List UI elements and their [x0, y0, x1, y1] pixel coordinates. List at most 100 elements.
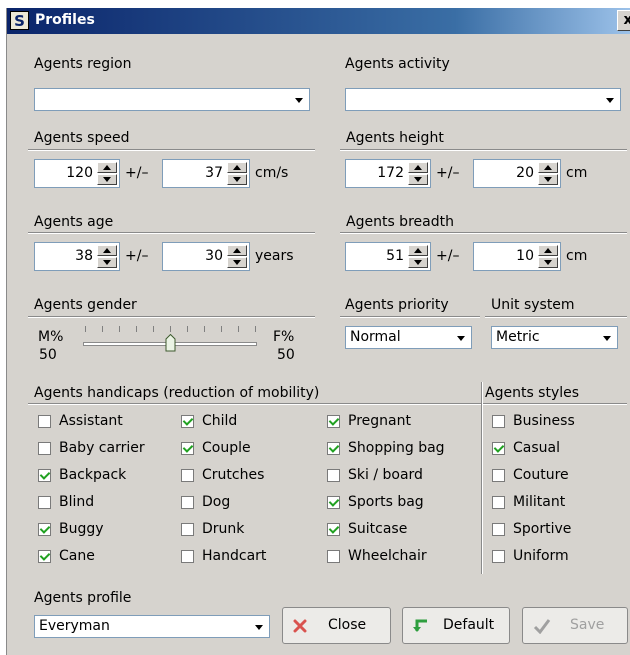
- slider-tick: [119, 326, 120, 332]
- decrement-icon[interactable]: [227, 174, 247, 185]
- decrement-icon[interactable]: [97, 174, 117, 185]
- slider-tick: [153, 326, 154, 332]
- breadth-plus-minus: +/–: [436, 248, 460, 264]
- breadth-value: 51: [386, 248, 404, 264]
- checkbox-label: Shopping bag: [348, 440, 445, 456]
- age-plus-minus: +/–: [125, 248, 149, 264]
- checkbox-label: Ski / board: [348, 467, 423, 483]
- breadth-stepper[interactable]: 51: [345, 242, 431, 271]
- height-separator: [340, 149, 627, 151]
- unchecked-box-icon[interactable]: [492, 496, 505, 509]
- close-button-label: Close: [328, 617, 367, 633]
- decrement-icon[interactable]: [227, 257, 247, 268]
- breadth-deviation-stepper[interactable]: 10: [473, 242, 561, 271]
- checked-box-icon[interactable]: [327, 415, 340, 428]
- checkbox-label: Couple: [202, 440, 251, 456]
- checked-box-icon[interactable]: [181, 442, 194, 455]
- checked-box-icon[interactable]: [38, 550, 51, 563]
- increment-icon[interactable]: [227, 162, 247, 173]
- height-stepper[interactable]: 172: [345, 159, 431, 188]
- increment-icon[interactable]: [538, 245, 558, 256]
- unchecked-box-icon[interactable]: [492, 523, 505, 536]
- chevron-down-icon: [457, 336, 465, 341]
- increment-icon[interactable]: [408, 162, 428, 173]
- age-unit: years: [255, 248, 294, 264]
- gender-slider[interactable]: [77, 320, 263, 362]
- unchecked-box-icon[interactable]: [181, 469, 194, 482]
- checkbox-label: Cane: [59, 548, 95, 564]
- female-percent-value: 50: [277, 347, 295, 363]
- unchecked-box-icon[interactable]: [181, 496, 194, 509]
- age-deviation-stepper[interactable]: 30: [162, 242, 250, 271]
- checkmark-icon: [533, 619, 551, 634]
- gender-label: Agents gender: [34, 297, 137, 313]
- unchecked-box-icon[interactable]: [327, 550, 340, 563]
- height-deviation-stepper[interactable]: 20: [473, 159, 561, 188]
- increment-icon[interactable]: [227, 245, 247, 256]
- age-value: 38: [75, 248, 93, 264]
- chevron-down-icon: [603, 336, 611, 341]
- checked-box-icon[interactable]: [181, 415, 194, 428]
- default-button[interactable]: Default: [402, 607, 510, 644]
- save-button[interactable]: Save: [522, 607, 628, 644]
- increment-icon[interactable]: [97, 162, 117, 173]
- age-stepper[interactable]: 38: [34, 242, 120, 271]
- unchecked-box-icon[interactable]: [492, 550, 505, 563]
- breadth-separator: [340, 232, 627, 234]
- decrement-icon[interactable]: [538, 257, 558, 268]
- unchecked-box-icon[interactable]: [492, 415, 505, 428]
- unchecked-box-icon[interactable]: [181, 550, 194, 563]
- male-percent-label: M%: [38, 329, 64, 345]
- checkbox-label: Blind: [59, 494, 95, 510]
- unchecked-box-icon[interactable]: [181, 523, 194, 536]
- unchecked-box-icon[interactable]: [38, 415, 51, 428]
- checked-box-icon[interactable]: [492, 442, 505, 455]
- profile-value: Everyman: [39, 618, 110, 634]
- checkbox-label: Pregnant: [348, 413, 411, 429]
- profile-dropdown[interactable]: Everyman: [34, 615, 270, 638]
- decrement-icon[interactable]: [408, 257, 428, 268]
- increment-icon[interactable]: [97, 245, 117, 256]
- slider-thumb[interactable]: [165, 334, 176, 352]
- checked-box-icon[interactable]: [327, 523, 340, 536]
- region-label: Agents region: [34, 56, 132, 72]
- window-close-button[interactable]: x: [617, 10, 630, 31]
- checked-box-icon[interactable]: [327, 442, 340, 455]
- unchecked-box-icon[interactable]: [327, 469, 340, 482]
- speed-stepper[interactable]: 120: [34, 159, 120, 188]
- decrement-icon[interactable]: [97, 257, 117, 268]
- increment-icon[interactable]: [408, 245, 428, 256]
- unchecked-box-icon[interactable]: [38, 442, 51, 455]
- close-button[interactable]: Close: [282, 607, 391, 644]
- priority-dropdown[interactable]: Normal: [345, 326, 472, 349]
- speed-label: Agents speed: [34, 130, 130, 146]
- checkbox-label: Assistant: [59, 413, 123, 429]
- speed-value: 120: [66, 165, 93, 181]
- priority-value: Normal: [350, 329, 401, 345]
- units-label: Unit system: [491, 297, 575, 313]
- title-bar[interactable]: S Profiles x: [7, 8, 630, 34]
- speed-plus-minus: +/–: [125, 165, 149, 181]
- checked-box-icon[interactable]: [38, 469, 51, 482]
- checked-box-icon[interactable]: [38, 523, 51, 536]
- units-dropdown[interactable]: Metric: [491, 326, 618, 349]
- speed-deviation-stepper[interactable]: 37: [162, 159, 250, 188]
- checked-box-icon[interactable]: [327, 496, 340, 509]
- checkbox-label: Uniform: [513, 548, 569, 564]
- unchecked-box-icon[interactable]: [492, 469, 505, 482]
- activity-label: Agents activity: [345, 56, 450, 72]
- app-icon: S: [10, 11, 29, 30]
- height-value: 172: [377, 165, 404, 181]
- decrement-icon[interactable]: [408, 174, 428, 185]
- increment-icon[interactable]: [538, 162, 558, 173]
- decrement-icon[interactable]: [538, 174, 558, 185]
- slider-tick: [102, 326, 103, 332]
- unchecked-box-icon[interactable]: [38, 496, 51, 509]
- activity-dropdown[interactable]: [345, 88, 621, 111]
- checkbox-label: Militant: [513, 494, 566, 510]
- height-unit: cm: [566, 165, 588, 181]
- checkbox-label: Handcart: [202, 548, 267, 564]
- region-dropdown[interactable]: [34, 88, 310, 111]
- checkbox-label: Sports bag: [348, 494, 424, 510]
- styles-divider: [481, 382, 483, 574]
